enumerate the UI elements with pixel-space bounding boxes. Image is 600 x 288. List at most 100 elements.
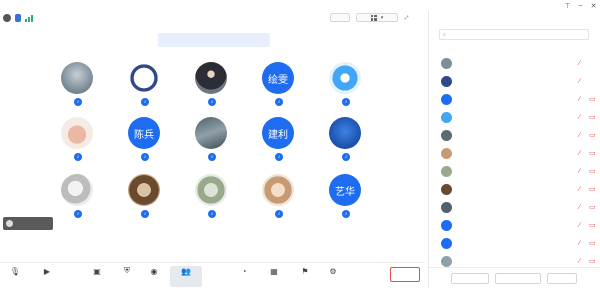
avatar (195, 117, 227, 149)
info-icon[interactable] (3, 13, 11, 22)
camera-off-icon[interactable]: ▭ (589, 258, 597, 265)
participant-tile[interactable]: ♪ (181, 62, 241, 112)
member-row[interactable]: ∕ (429, 73, 600, 89)
participant-tile[interactable]: 陈兵 ♪ (114, 117, 174, 167)
participant-tile[interactable]: ♪ (248, 174, 308, 224)
avatar (195, 62, 227, 94)
participant-tile[interactable]: ♪ (114, 174, 174, 224)
camera-off-icon[interactable]: ▭ (589, 186, 597, 193)
close-icon[interactable]: ✕ (589, 1, 598, 10)
members-button[interactable]: 👥 (170, 266, 202, 287)
avatar: 绘雯 (262, 62, 294, 94)
mic-off-icon[interactable]: ∕ (579, 114, 586, 121)
unmute-all-button[interactable] (495, 273, 541, 284)
mic-off-icon[interactable]: ∕ (579, 204, 586, 211)
mic-icon: ♪ (275, 209, 283, 218)
security-button[interactable]: ⛨ (119, 266, 135, 287)
member-row[interactable]: ∕ ▭ (429, 127, 600, 143)
chat-icon: ◔ (241, 266, 247, 276)
member-row[interactable]: ∕ ▭ (429, 145, 600, 161)
participant-tile[interactable]: ♪ (47, 62, 107, 112)
avatar: 艺华 (329, 174, 361, 206)
members-icon: 👥 (181, 266, 191, 276)
more-button[interactable] (547, 273, 577, 284)
member-row[interactable]: ∕ (429, 55, 600, 71)
leave-meeting-button[interactable] (390, 267, 420, 282)
signal-icon[interactable] (25, 14, 33, 22)
record-button[interactable]: ◉ (146, 266, 162, 287)
apps-button[interactable]: ▦ (263, 266, 285, 287)
mic-off-icon[interactable]: ∕ (579, 96, 586, 103)
mic-off-icon[interactable]: ∕ (579, 150, 586, 157)
mic-icon: ♪ (275, 97, 283, 106)
mic-off-icon[interactable]: ∕ (579, 222, 586, 229)
member-row[interactable]: ∕ ▭ (429, 217, 600, 233)
mic-off-icon[interactable]: ∕ (579, 186, 586, 193)
layout-button[interactable]: ▾ (356, 13, 398, 22)
participant-tile[interactable]: 艺华 ♪ (315, 174, 375, 224)
participant-tile[interactable]: ♪ (47, 174, 107, 224)
interact-button[interactable]: ⚑ (297, 266, 313, 287)
avatar (441, 93, 452, 105)
participant-tile[interactable]: ♪ (47, 117, 107, 167)
mute-all-button[interactable] (451, 273, 489, 284)
participant-tile[interactable]: ♪ (181, 174, 241, 224)
mic-icon: ♪ (275, 152, 283, 161)
avatar (441, 147, 452, 159)
self-view-chip[interactable] (3, 217, 53, 230)
avatar (195, 174, 227, 206)
video-button[interactable]: ▶ (34, 266, 60, 287)
meeting-window: ⊤ – ✕ ▾ ⤢ ♪ ♪ ♪ 绘雯 ♪ ♪ ♪ 陈兵 ♪ ♪ 建利 ♪ ♪ ♪… (0, 0, 600, 288)
members-panel: ⌕ ∕ ∕ ∕ ▭ ∕ ▭ ∕ ▭ ∕ ▭ ∕ ▭ ∕ ▭ ∕ ▭ ∕ ▭ ∕ ▭ ∕ ▭ (428, 11, 600, 288)
mic-icon: ♪ (141, 209, 149, 218)
avatar (441, 75, 452, 87)
participant-tile[interactable]: ♪ (315, 62, 375, 112)
avatar (441, 237, 452, 249)
minimize-icon[interactable]: – (576, 1, 585, 10)
chat-button[interactable]: ◔ (236, 266, 252, 287)
camera-off-icon[interactable]: ▭ (589, 114, 597, 121)
participant-tile[interactable]: 绘雯 ♪ (248, 62, 308, 112)
camera-off-icon[interactable]: ▭ (589, 132, 597, 139)
member-row[interactable]: ∕ ▭ (429, 109, 600, 125)
camera-off-icon[interactable]: ▭ (589, 96, 597, 103)
settings-button[interactable]: ⚙ (325, 266, 341, 287)
camera-off-icon[interactable]: ▭ (589, 240, 597, 247)
meeting-notice[interactable] (158, 33, 270, 47)
member-row[interactable]: ∕ ▭ (429, 163, 600, 179)
camera-off-icon[interactable]: ▭ (589, 204, 597, 211)
shield-icon[interactable] (15, 13, 21, 22)
member-row[interactable]: ∕ ▭ (429, 91, 600, 107)
title-bar: ⊤ – ✕ (0, 0, 600, 11)
camera-off-icon[interactable]: ▭ (589, 222, 597, 229)
fullscreen-icon[interactable]: ⤢ (402, 13, 411, 22)
mic-icon: ♪ (141, 97, 149, 106)
grid-icon (370, 14, 377, 21)
mute-button[interactable]: 🎙 (4, 266, 26, 287)
mic-off-icon[interactable]: ∕ (579, 60, 586, 67)
pin-icon[interactable]: ⊤ (563, 1, 572, 10)
participant-tile[interactable]: ♪ (315, 117, 375, 167)
participant-tile[interactable]: ♪ (181, 117, 241, 167)
panel-footer (429, 267, 600, 288)
camera-off-icon[interactable]: ▭ (589, 168, 597, 175)
member-search-input[interactable]: ⌕ (439, 29, 589, 40)
mic-off-icon[interactable]: ∕ (579, 132, 586, 139)
member-row[interactable]: ∕ ▭ (429, 235, 600, 251)
camera-off-icon[interactable]: ▭ (589, 150, 597, 157)
avatar: 陈兵 (128, 117, 160, 149)
mic-off-icon[interactable]: ∕ (579, 258, 586, 265)
member-row[interactable]: ∕ ▭ (429, 181, 600, 197)
mic-off-icon[interactable]: ∕ (579, 78, 586, 85)
participant-tile[interactable]: ♪ (114, 62, 174, 112)
avatar (441, 57, 452, 69)
chevron-down-icon: ▾ (380, 14, 384, 21)
participant-tile[interactable]: 建利 ♪ (248, 117, 308, 167)
share-screen-button[interactable]: ▣ (86, 266, 108, 287)
member-row[interactable]: ∕ ▭ (429, 199, 600, 215)
mic-off-icon[interactable]: ∕ (579, 168, 586, 175)
view-button[interactable] (330, 13, 350, 22)
mic-off-icon[interactable]: ∕ (579, 240, 586, 247)
avatar (329, 62, 361, 94)
mic-icon: ♪ (342, 209, 350, 218)
